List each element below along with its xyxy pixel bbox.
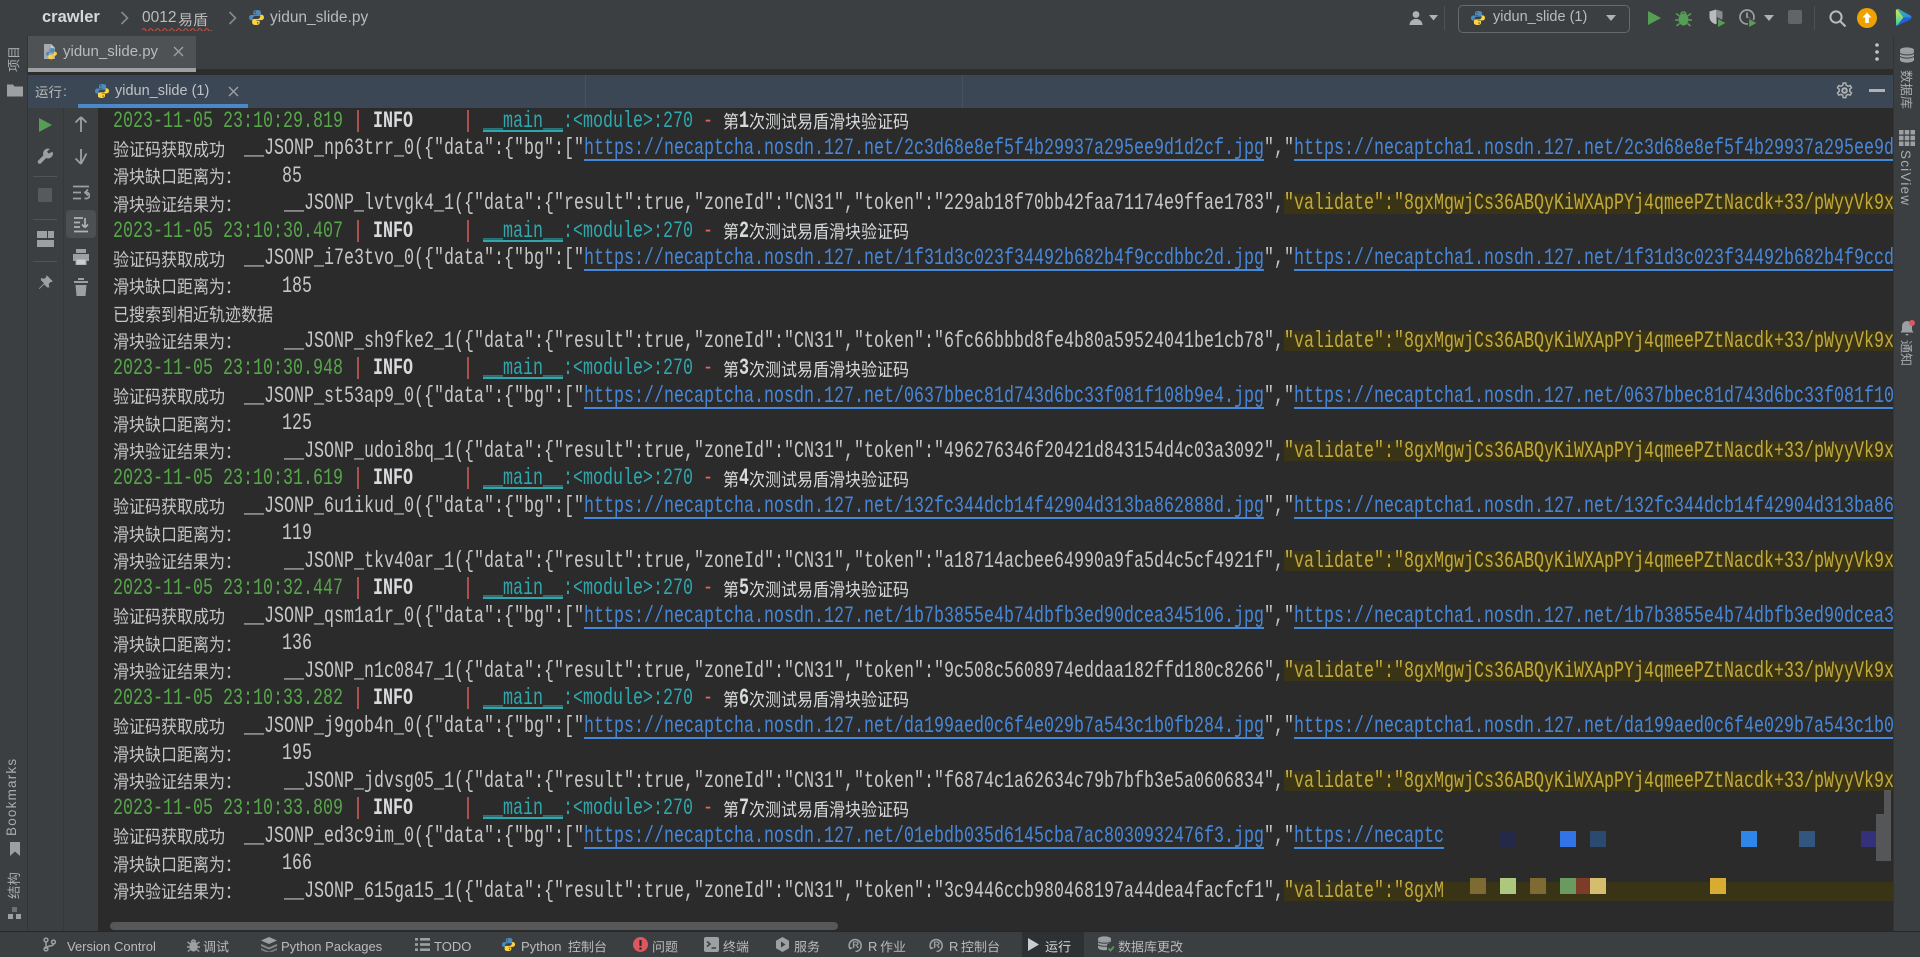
svg-text:R: R xyxy=(852,940,859,951)
svg-text:R: R xyxy=(933,940,940,951)
